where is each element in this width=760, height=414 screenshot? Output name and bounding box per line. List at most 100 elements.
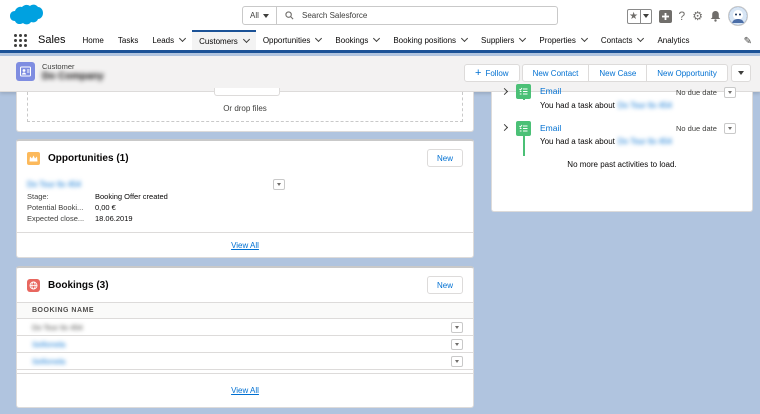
plus-icon[interactable] <box>658 9 672 23</box>
favorites-group: ★ <box>626 8 652 24</box>
search-icon <box>285 11 294 20</box>
plus-icon: + <box>475 67 482 79</box>
opportunity-tile: Do Tour 6x 454 Stage: Booking Offer crea… <box>27 177 285 224</box>
field-value: Booking Offer created <box>95 192 168 201</box>
chevron-down-icon <box>455 325 459 329</box>
salesforce-logo[interactable] <box>8 4 44 28</box>
new-booking-button[interactable]: New <box>427 276 463 294</box>
chevron-down-icon[interactable] <box>637 34 645 43</box>
customer-record-icon <box>16 62 35 81</box>
chevron-down-icon[interactable] <box>242 35 250 44</box>
nav-tab-bookings[interactable]: Bookings <box>328 30 386 50</box>
chevron-down-icon[interactable] <box>373 34 381 43</box>
new-contact-button[interactable]: New Contact <box>521 64 590 82</box>
booking-name-link[interactable]: Seifomela <box>32 357 65 366</box>
activity-title-link[interactable]: Email <box>540 123 561 133</box>
edit-nav-pencil-icon[interactable]: ✎ <box>744 36 752 47</box>
activity-related-link[interactable]: Do Tour 6x 454 <box>618 137 672 146</box>
activity-timeline-card: Email No due date You had a task about Do… <box>491 84 753 212</box>
user-avatar[interactable] <box>728 6 748 26</box>
star-icon[interactable]: ★ <box>628 9 641 23</box>
nav-tab-tasks[interactable]: Tasks <box>111 30 145 50</box>
chevron-down-icon <box>728 91 732 94</box>
nav-tab-opportunities[interactable]: Opportunities <box>256 30 329 50</box>
nav-tab-label: Analytics <box>657 35 690 45</box>
nav-items: Home Tasks Leads Customers Opportunities Book… <box>76 30 697 50</box>
booking-name-link[interactable]: Seifomela <box>32 340 65 349</box>
nav-tab-label: Customers <box>199 36 238 46</box>
bookings-card: Bookings (3) New BOOKING NAME Do Tour 6x… <box>16 266 474 408</box>
opportunity-field-potential-booking: Potential Booki... 0,00 € <box>27 202 285 213</box>
nav-tab-properties[interactable]: Properties <box>532 30 593 50</box>
nav-tab-analytics[interactable]: Analytics <box>650 30 696 50</box>
bookings-title: Bookings (3) <box>48 279 109 291</box>
no-more-activities-text: No more past activities to load. <box>567 160 677 169</box>
gear-icon[interactable]: ⚙ <box>692 9 703 24</box>
new-case-button[interactable]: New Case <box>588 64 648 82</box>
nav-tab-label: Booking positions <box>393 35 457 45</box>
upload-files-button[interactable] <box>214 88 280 96</box>
activity-related-link[interactable]: Do Tour 6x 454 <box>618 101 672 110</box>
field-value: 18.06.2019 <box>95 214 133 223</box>
table-row: Seifomela <box>17 336 473 353</box>
nav-tab-suppliers[interactable]: Suppliers <box>474 30 532 50</box>
opportunities-view-all-link[interactable]: View All <box>231 241 259 250</box>
favorites-menu-button[interactable] <box>641 10 651 23</box>
booking-name-link[interactable]: Do Tour 6x 454 <box>32 323 83 332</box>
search-scope-label: All <box>250 11 259 20</box>
nav-tab-leads[interactable]: Leads <box>145 30 192 50</box>
activity-menu-button[interactable] <box>724 123 736 134</box>
nav-tab-label: Tasks <box>117 35 139 45</box>
record-actions: + Follow New Contact New Case New Opport… <box>464 64 751 82</box>
chevron-down-icon <box>737 71 744 75</box>
nav-tab-customers[interactable]: Customers <box>192 30 256 50</box>
more-actions-button[interactable] <box>730 64 751 82</box>
new-opportunity-related-button[interactable]: New <box>427 149 463 167</box>
globe-icon <box>27 278 40 292</box>
chevron-down-icon[interactable] <box>580 34 588 43</box>
activity-menu-button[interactable] <box>724 87 736 98</box>
bookings-card-header: Bookings (3) New <box>17 268 473 302</box>
field-label: Potential Booki... <box>27 203 84 212</box>
activity-desc-text: You had a task about <box>540 137 615 146</box>
chevron-down-icon[interactable] <box>315 34 323 43</box>
activity-due-date: No due date <box>676 88 717 97</box>
activity-title-link[interactable]: Email <box>540 86 561 96</box>
record-type-label: Customer <box>42 62 75 71</box>
row-actions-button[interactable] <box>451 321 463 333</box>
opportunity-link[interactable]: Do Tour 6x 454 <box>27 180 81 189</box>
row-actions-button[interactable] <box>451 355 463 367</box>
chevron-down-icon <box>262 13 269 18</box>
nav-tab-contacts[interactable]: Contacts <box>594 30 651 50</box>
column-header-booking-name[interactable]: BOOKING NAME <box>32 307 94 314</box>
follow-label: Follow <box>485 68 509 78</box>
row-actions-button[interactable] <box>451 338 463 350</box>
nav-tab-booking-positions[interactable]: Booking positions <box>386 30 474 50</box>
app-launcher-button[interactable] <box>6 30 34 50</box>
file-drop-zone[interactable]: Or drop files <box>27 88 463 122</box>
follow-button[interactable]: + Follow <box>464 64 520 82</box>
search-scope-select[interactable]: All <box>243 7 277 24</box>
app-nav-bar: Sales Home Tasks Leads Customers Opportuniti… <box>0 30 760 53</box>
new-opportunity-button[interactable]: New Opportunity <box>646 64 728 82</box>
nav-tab-home[interactable]: Home <box>76 30 111 50</box>
chevron-down-icon <box>455 359 459 363</box>
drop-files-text: Or drop files <box>223 104 267 113</box>
chevron-down-icon[interactable] <box>519 34 527 43</box>
opportunities-card-footer: View All <box>17 232 473 257</box>
expand-activity-icon[interactable] <box>500 123 509 132</box>
chevron-down-icon[interactable] <box>179 34 187 43</box>
bell-icon[interactable] <box>710 10 721 22</box>
field-value: 0,00 € <box>95 203 116 212</box>
chevron-down-icon[interactable] <box>461 34 469 43</box>
search-input[interactable] <box>302 11 522 20</box>
opportunity-row-menu-button[interactable] <box>273 178 285 190</box>
field-label: Stage: <box>27 192 49 201</box>
timeline-connector <box>523 136 525 156</box>
nav-tab-label: Bookings <box>335 35 369 45</box>
bookings-view-all-link[interactable]: View All <box>231 386 259 395</box>
help-icon[interactable]: ? <box>679 9 686 24</box>
activity-description: You had a task about Do Tour 6x 454 <box>540 101 672 110</box>
bookings-card-footer: View All <box>17 373 473 407</box>
app-launcher-icon <box>13 33 27 47</box>
